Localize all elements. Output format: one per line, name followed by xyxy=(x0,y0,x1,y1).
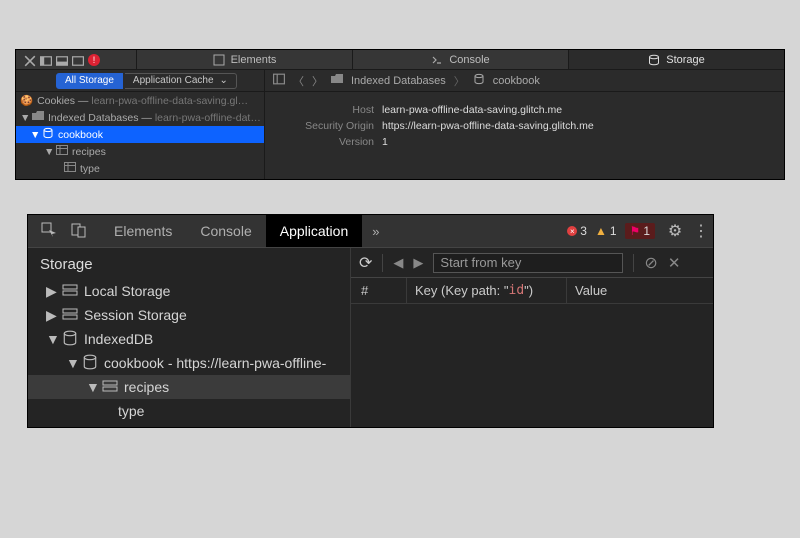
storage-icon xyxy=(102,378,118,397)
tree-type[interactable]: type xyxy=(16,160,264,177)
storage-toolbar: All Storage Application Cache ⌄ 〈 〉 Inde… xyxy=(16,70,784,92)
tab-storage-label: Storage xyxy=(666,54,705,66)
seg-all-storage[interactable]: All Storage xyxy=(56,73,123,89)
tree-type-index[interactable]: type xyxy=(28,399,350,423)
col-value[interactable]: Value xyxy=(567,278,713,303)
device-toggle-icon[interactable] xyxy=(71,222,87,241)
window-controls: ! xyxy=(16,50,136,69)
data-table-panel: ⟳ ◀ ▶ Start from key ⊘ ✕ # Key (Key path… xyxy=(351,248,713,427)
chevron-down-icon: ⌄ xyxy=(220,75,228,86)
chevron-right-icon: ▶ xyxy=(46,283,56,300)
sidebar-section-storage: Storage xyxy=(28,252,350,279)
toggle-sidebar-icon[interactable] xyxy=(273,73,285,88)
tab-application[interactable]: Application xyxy=(266,215,363,247)
devtools-tabbar: Elements Console Application » ×3 ▲1 ⚑1 … xyxy=(28,215,713,248)
breadcrumb-idb[interactable]: Indexed Databases xyxy=(351,75,446,87)
chevron-down-icon: ▼ xyxy=(86,379,96,395)
safari-devtools: ! Elements Console Storage All Storage A… xyxy=(15,49,785,180)
tab-console[interactable]: Console xyxy=(352,50,568,69)
chevron-down-icon: ▼ xyxy=(66,355,76,371)
top-tab-bar: ! Elements Console Storage xyxy=(16,50,784,70)
chevron-right-icon: ▶ xyxy=(46,307,56,324)
chevron-down-icon: ▼ xyxy=(44,146,52,158)
detail-origin-key: Security Origin xyxy=(279,120,374,132)
start-from-key-input[interactable]: Start from key xyxy=(433,253,623,273)
application-sidebar: Storage ▶ Local Storage ▶ Session Storag… xyxy=(28,248,351,427)
clear-icon[interactable]: ⊘ xyxy=(644,253,657,273)
tab-elements[interactable]: Elements xyxy=(136,50,352,69)
prev-page-icon[interactable]: ◀ xyxy=(393,255,403,271)
close-icon[interactable] xyxy=(24,55,34,65)
tree-cookies[interactable]: 🍪 Cookies — learn-pwa-offline-data-savin… xyxy=(16,92,264,109)
storage-tree: 🍪 Cookies — learn-pwa-offline-data-savin… xyxy=(16,92,265,179)
database-icon xyxy=(82,354,98,373)
nav-back-icon[interactable]: 〈 xyxy=(293,73,304,89)
table-icon xyxy=(56,144,68,159)
detail-host-key: Host xyxy=(279,104,374,116)
table-action-bar: ⟳ ◀ ▶ Start from key ⊘ ✕ xyxy=(351,248,713,278)
gear-icon[interactable]: ⚙ xyxy=(661,215,689,247)
tree-cookbook[interactable]: ▼ cookbook xyxy=(16,126,264,143)
col-hash[interactable]: # xyxy=(351,278,407,303)
chevron-down-icon: ▼ xyxy=(46,331,56,347)
dock-window-icon[interactable] xyxy=(72,55,82,65)
col-key[interactable]: Key (Key path: "id") xyxy=(407,278,567,303)
next-page-icon[interactable]: ▶ xyxy=(413,255,423,271)
tree-idb-group[interactable]: ▼ Indexed Databases — learn-pwa-offline-… xyxy=(16,109,264,126)
storage-icon xyxy=(62,282,78,301)
detail-version-key: Version xyxy=(279,136,374,148)
breadcrumb-cookbook[interactable]: cookbook xyxy=(493,75,540,87)
tree-recipes-store[interactable]: ▼ recipes xyxy=(28,375,350,399)
inspect-icon[interactable] xyxy=(41,222,57,241)
tree-indexeddb[interactable]: ▼ IndexedDB xyxy=(28,327,350,351)
cookie-icon: 🍪 xyxy=(20,94,33,107)
tab-console-label: Console xyxy=(449,54,489,66)
tree-recipes[interactable]: ▼ recipes xyxy=(16,143,264,160)
tab-elements[interactable]: Elements xyxy=(100,215,186,247)
table-header: # Key (Key path: "id") Value xyxy=(351,278,713,304)
folder-icon xyxy=(331,73,343,88)
tree-cookbook-db[interactable]: ▼ cookbook - https://learn-pwa-offline- xyxy=(28,351,350,375)
nav-forward-icon[interactable]: 〉 xyxy=(312,73,323,89)
folder-icon xyxy=(32,110,44,125)
db-details: Host learn-pwa-offline-data-saving.glitch… xyxy=(265,92,784,179)
alert-badge[interactable]: ! xyxy=(88,54,100,66)
refresh-icon[interactable]: ⟳ xyxy=(359,253,372,273)
database-icon xyxy=(42,127,54,142)
errors-badge[interactable]: ×3 xyxy=(567,224,587,238)
tab-console[interactable]: Console xyxy=(186,215,265,247)
detail-origin-value: https://learn-pwa-offline-data-saving.gl… xyxy=(382,120,594,132)
tree-local-storage[interactable]: ▶ Local Storage xyxy=(28,279,350,303)
detail-host-value: learn-pwa-offline-data-saving.glitch.me xyxy=(382,104,562,116)
tab-elements-label: Elements xyxy=(231,54,277,66)
dock-left-icon[interactable] xyxy=(40,55,50,65)
status-badges: ×3 ▲1 ⚑1 xyxy=(567,215,661,247)
issues-badge[interactable]: ⚑1 xyxy=(625,223,655,239)
storage-icon xyxy=(62,306,78,325)
kebab-menu-icon[interactable]: ⋮ xyxy=(689,215,713,247)
chevron-down-icon: ▼ xyxy=(30,129,38,141)
close-icon[interactable]: ✕ xyxy=(668,254,681,272)
seg-app-cache[interactable]: Application Cache ⌄ xyxy=(125,73,237,89)
detail-version-value: 1 xyxy=(382,136,388,148)
tree-session-storage[interactable]: ▶ Session Storage xyxy=(28,303,350,327)
warnings-badge[interactable]: ▲1 xyxy=(595,224,617,238)
dock-bottom-icon[interactable] xyxy=(56,55,66,65)
tab-storage[interactable]: Storage xyxy=(568,50,784,69)
table-icon xyxy=(64,161,76,176)
chevron-down-icon: ▼ xyxy=(20,112,28,124)
chrome-devtools: Elements Console Application » ×3 ▲1 ⚑1 … xyxy=(27,214,714,428)
database-icon xyxy=(62,330,78,349)
breadcrumb: 〈 〉 Indexed Databases 〉 cookbook xyxy=(265,70,784,91)
database-icon xyxy=(473,73,485,88)
tabs-overflow-icon[interactable]: » xyxy=(362,215,389,247)
